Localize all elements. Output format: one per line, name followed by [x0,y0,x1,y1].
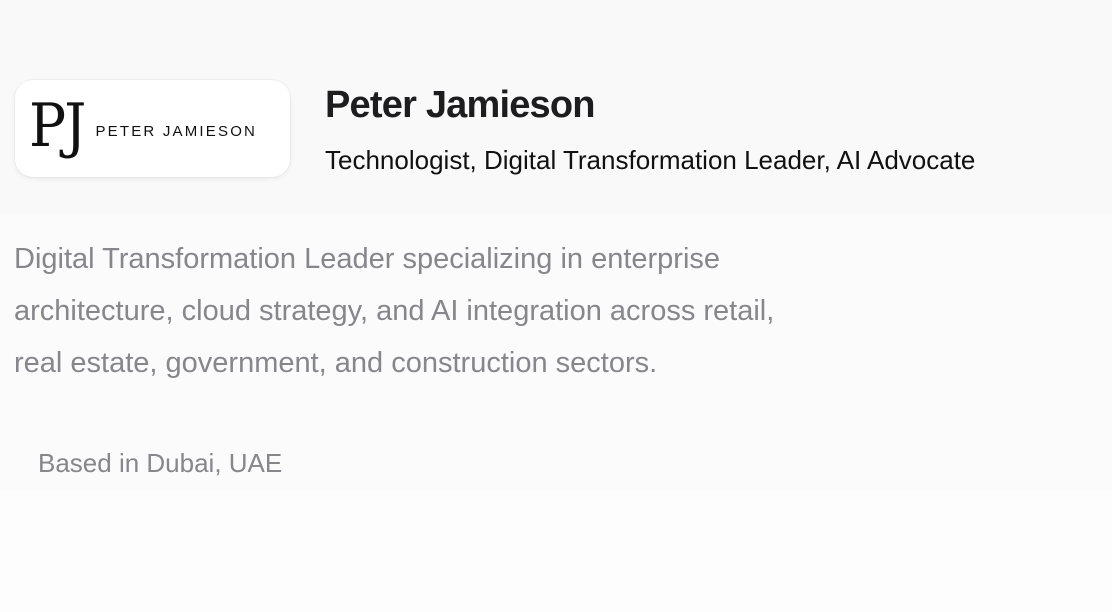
bio-line: architecture, cloud strategy, and AI int… [14,295,775,327]
bio-line: Digital Transformation Leader specializi… [14,243,721,275]
bio-line: real estate, government, and constructio… [14,347,658,379]
logo-wordmark: PETER JAMIESON [95,123,258,140]
profile-title: Technologist, Digital Transformation Lea… [325,145,976,175]
location-text: Based in Dubai, UAE [38,448,283,478]
profile-bio: Digital Transformation Leader specializi… [14,233,914,389]
footer-section [0,490,1112,612]
logo-card: PJ PETER JAMIESON [15,80,290,177]
profile-name: Peter Jamieson [325,84,596,126]
logo-monogram: PJ [29,90,86,161]
